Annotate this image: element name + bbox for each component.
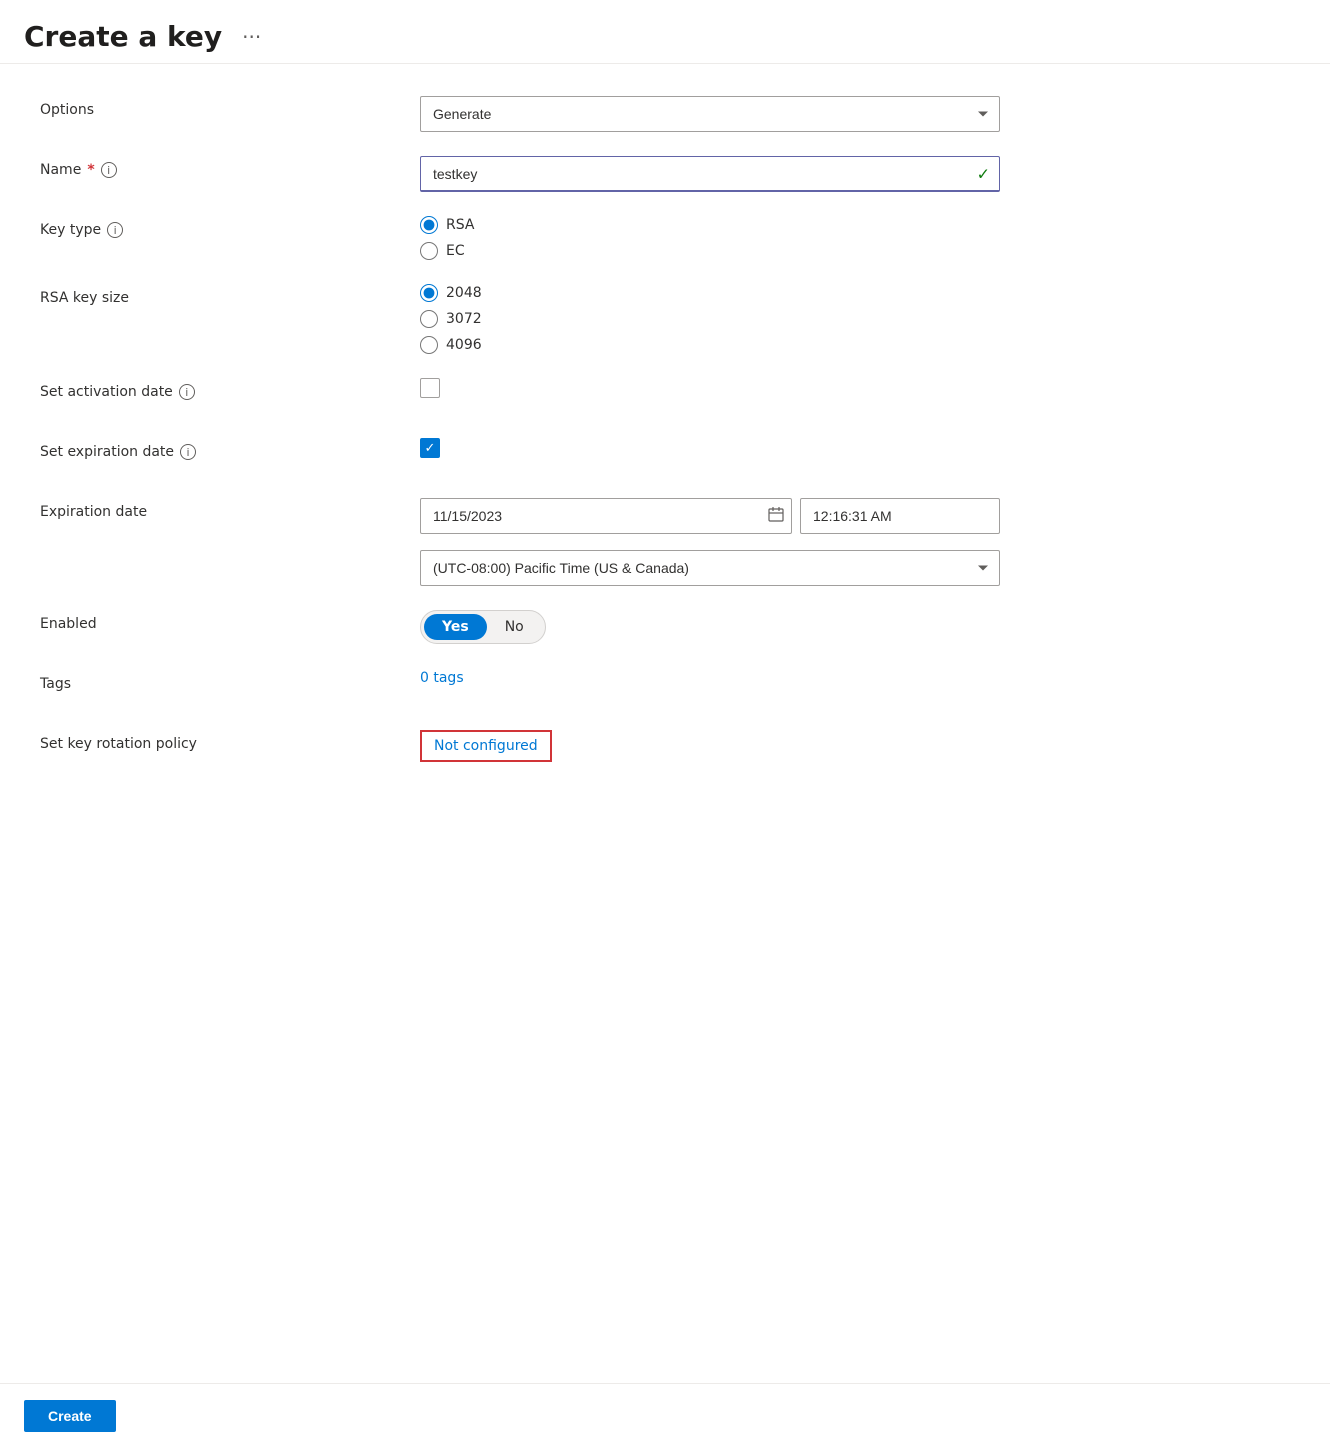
timezone-select-wrapper: (UTC-08:00) Pacific Time (US & Canada) (… — [420, 550, 1000, 586]
enabled-row: Enabled Yes No — [40, 610, 1290, 646]
time-input[interactable] — [800, 498, 1000, 534]
key-type-row: Key type i RSA EC — [40, 216, 1290, 260]
enabled-control: Yes No — [420, 610, 1020, 644]
size-4096-radio[interactable] — [420, 336, 438, 354]
header: Create a key ··· — [0, 0, 1330, 64]
rsa-label: RSA — [446, 217, 474, 233]
ec-label: EC — [446, 243, 465, 259]
size-4096-option[interactable]: 4096 — [420, 336, 1020, 354]
name-label: Name * i — [40, 156, 420, 178]
size-3072-label: 3072 — [446, 311, 482, 327]
tags-label: Tags — [40, 670, 420, 692]
rsa-key-size-control: 2048 3072 4096 — [420, 284, 1020, 354]
tags-control: 0 tags — [420, 670, 1020, 686]
page-container: Create a key ··· Options Generate Import… — [0, 0, 1330, 1448]
name-check-icon: ✓ — [977, 165, 990, 184]
page-title: Create a key — [24, 20, 222, 53]
options-control: Generate Import Restore from backup — [420, 96, 1020, 132]
key-type-radio-group: RSA EC — [420, 216, 1020, 260]
rotation-policy-label: Set key rotation policy — [40, 730, 420, 752]
toggle-yes[interactable]: Yes — [424, 614, 487, 640]
activation-date-row: Set activation date i — [40, 378, 1290, 414]
tags-row: Tags 0 tags — [40, 670, 1290, 706]
ellipsis-menu-button[interactable]: ··· — [234, 21, 269, 53]
rsa-option[interactable]: RSA — [420, 216, 1020, 234]
options-label: Options — [40, 96, 420, 118]
date-input[interactable] — [420, 498, 792, 534]
key-type-label: Key type i — [40, 216, 420, 238]
rsa-radio[interactable] — [420, 216, 438, 234]
size-4096-label: 4096 — [446, 337, 482, 353]
expiration-date-fields-control: (UTC-08:00) Pacific Time (US & Canada) (… — [420, 498, 1020, 586]
ec-option[interactable]: EC — [420, 242, 1020, 260]
options-row: Options Generate Import Restore from bac… — [40, 96, 1290, 132]
enabled-label: Enabled — [40, 610, 420, 632]
toggle-no[interactable]: No — [487, 614, 542, 640]
name-input-wrapper: ✓ — [420, 156, 1000, 192]
form-container: Options Generate Import Restore from bac… — [0, 64, 1330, 1383]
expiration-date-label: Set expiration date i — [40, 438, 420, 460]
activation-date-label: Set activation date i — [40, 378, 420, 400]
ec-radio[interactable] — [420, 242, 438, 260]
size-2048-label: 2048 — [446, 285, 482, 301]
size-2048-radio[interactable] — [420, 284, 438, 302]
rsa-key-size-radio-group: 2048 3072 4096 — [420, 284, 1020, 354]
size-3072-radio[interactable] — [420, 310, 438, 328]
key-type-info-icon[interactable]: i — [107, 222, 123, 238]
expiration-date-fields-label: Expiration date — [40, 498, 420, 520]
expiration-date-fields-row: Expiration date — [40, 498, 1290, 586]
calendar-icon[interactable] — [768, 506, 784, 526]
footer: Create — [0, 1383, 1330, 1448]
rsa-key-size-row: RSA key size 2048 3072 4096 — [40, 284, 1290, 354]
name-control: ✓ — [420, 156, 1020, 192]
expiration-date-control: ✓ — [420, 438, 1020, 458]
expiration-date-checkbox[interactable]: ✓ — [420, 438, 440, 458]
rotation-policy-row: Set key rotation policy Not configured — [40, 730, 1290, 766]
activation-date-info-icon[interactable]: i — [179, 384, 195, 400]
rsa-key-size-label: RSA key size — [40, 284, 420, 306]
required-indicator: * — [87, 162, 94, 178]
rotation-policy-control: Not configured — [420, 730, 1020, 762]
size-3072-option[interactable]: 3072 — [420, 310, 1020, 328]
key-type-control: RSA EC — [420, 216, 1020, 260]
expiration-checkmark: ✓ — [425, 442, 436, 455]
name-info-icon[interactable]: i — [101, 162, 117, 178]
expiration-date-row: Set expiration date i ✓ — [40, 438, 1290, 474]
timezone-select[interactable]: (UTC-08:00) Pacific Time (US & Canada) (… — [420, 550, 1000, 586]
date-input-wrapper — [420, 498, 792, 534]
expiration-fields-container: (UTC-08:00) Pacific Time (US & Canada) (… — [420, 498, 1000, 586]
activation-date-control — [420, 378, 1020, 398]
options-select[interactable]: Generate Import Restore from backup — [420, 96, 1000, 132]
create-button[interactable]: Create — [24, 1400, 116, 1432]
size-2048-option[interactable]: 2048 — [420, 284, 1020, 302]
enabled-toggle[interactable]: Yes No — [420, 610, 546, 644]
rotation-policy-button[interactable]: Not configured — [420, 730, 552, 762]
name-input[interactable] — [420, 156, 1000, 192]
tags-link[interactable]: 0 tags — [420, 670, 464, 686]
options-select-wrapper: Generate Import Restore from backup — [420, 96, 1000, 132]
date-time-row — [420, 498, 1000, 534]
name-row: Name * i ✓ — [40, 156, 1290, 192]
expiration-date-info-icon[interactable]: i — [180, 444, 196, 460]
activation-date-checkbox[interactable] — [420, 378, 440, 398]
